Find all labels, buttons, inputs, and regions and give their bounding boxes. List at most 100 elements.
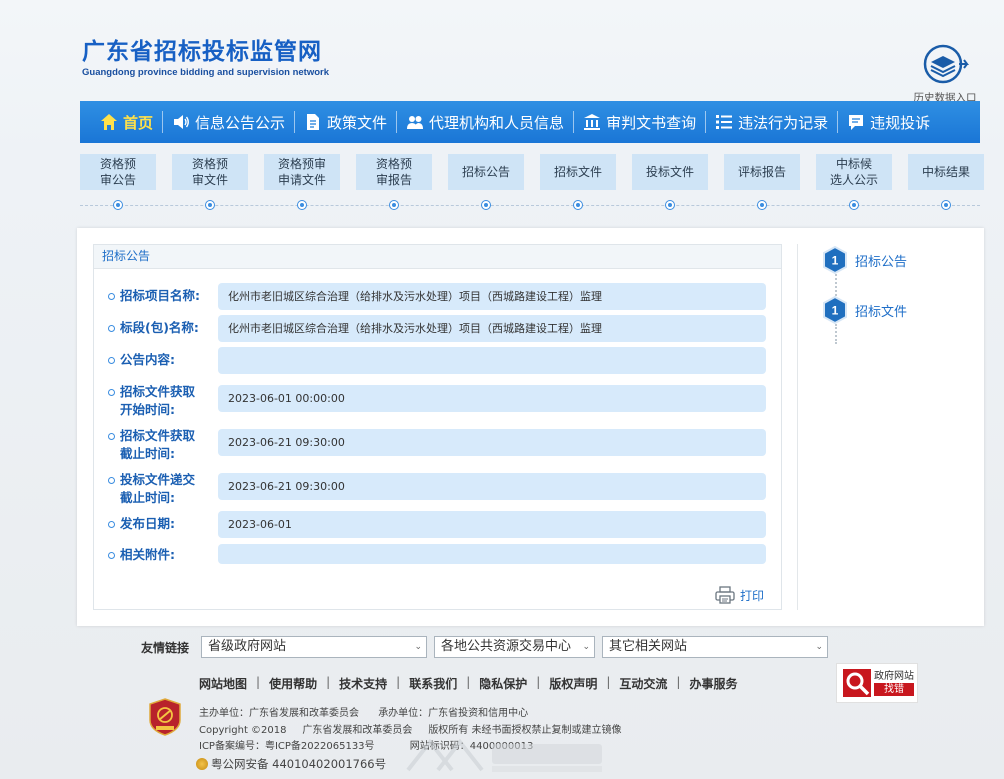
step-9[interactable]: 中标候 选人公示 <box>816 154 892 190</box>
footer-link[interactable]: 版权声明 <box>549 675 597 692</box>
nav-home[interactable]: 首页 <box>91 101 162 143</box>
field-label-line1: 投标文件递交 <box>120 472 196 487</box>
print-button[interactable]: 打印 <box>715 586 764 604</box>
step-label-line1: 资格预审 <box>277 157 326 171</box>
field-value: 2023-06-21 09:30:00 <box>218 473 766 500</box>
content-panel: 招标公告 招标项目名称: 化州市老旧城区综合治理（给排水及污水处理）项目（西城路建… <box>77 228 984 626</box>
bullet-icon <box>108 552 115 559</box>
step-label-line1: 投标文件 <box>645 165 694 179</box>
step-dot <box>757 200 767 210</box>
step-dot <box>205 200 215 210</box>
tender-notice-form: 招标公告 招标项目名称: 化州市老旧城区综合治理（给排水及污水处理）项目（西城路建… <box>93 244 782 610</box>
nav-policy-docs[interactable]: 政策文件 <box>295 101 396 143</box>
field-label: 招标文件获取 开始时间: <box>108 383 195 419</box>
site-logo[interactable]: 广东省招标投标监管网 Guangdong province bidding an… <box>82 38 329 78</box>
footer-link[interactable]: 技术支持 <box>339 675 387 692</box>
party-emblem-icon <box>149 698 181 736</box>
organizer-text: 承办单位：广东省投资和信用中心 <box>378 708 529 719</box>
field-value: 化州市老旧城区综合治理（给排水及污水处理）项目（西城路建设工程）监理 <box>218 283 766 310</box>
nav-judgments-label: 审判文书查询 <box>606 113 697 132</box>
footer-link[interactable]: 联系我们 <box>409 675 457 692</box>
footer-link[interactable]: 办事服务 <box>689 675 737 692</box>
field-value <box>218 544 766 564</box>
police-record-text: 粤公网安备 44010402001766号 <box>211 757 387 771</box>
courthouse-icon <box>583 113 601 131</box>
magnifier-icon <box>843 669 871 697</box>
field-label: 公告内容: <box>108 351 175 369</box>
step-label-line1: 资格预 <box>375 157 412 171</box>
other-sites-select[interactable]: 其它相关网站 ⌄ <box>602 636 829 658</box>
process-steps: 资格预 审公告 资格预 审文件 资格预审 申请文件 资格预 审报告 招标公告 招标文件 投标文件 评标… <box>80 154 984 214</box>
hexagon-number-icon: 1 <box>823 296 847 324</box>
step-3[interactable]: 资格预审 申请文件 <box>264 154 340 190</box>
chevron-down-icon: ⌄ <box>582 642 591 652</box>
footer-link[interactable]: 使用帮助 <box>269 675 317 692</box>
police-record-link[interactable]: 粤公网安备 44010402001766号 <box>196 756 386 772</box>
people-icon <box>406 113 424 131</box>
field-value: 2023-06-01 00:00:00 <box>218 385 766 412</box>
chevron-down-icon: ⌄ <box>815 642 824 652</box>
nav-info-notices[interactable]: 信息公告公示 <box>163 101 294 143</box>
side-step-2[interactable]: 1 招标文件 <box>822 296 907 324</box>
footer-links: 网站地图 | 使用帮助 | 技术支持 | 联系我们 | 隐私保护 | 版权声明 | 互动交流 | 办事服务 <box>199 675 746 692</box>
hexagon-number-icon: 1 <box>823 246 847 274</box>
history-data-entry[interactable]: 历史数据入口 <box>900 44 990 105</box>
province-gov-select[interactable]: 省级政府网站 ⌄ <box>201 636 428 658</box>
sponsor-text: 主办单位：广东省发展和改革委员会 <box>199 708 359 719</box>
chat-icon <box>847 113 865 131</box>
step-7[interactable]: 投标文件 <box>632 154 708 190</box>
other-sites-select-value: 其它相关网站 <box>609 639 688 654</box>
nav-violations-label: 违法行为记录 <box>738 113 829 132</box>
field-label-line1: 招标文件获取 <box>120 384 196 399</box>
step-label: 评标报告 <box>738 164 786 180</box>
nav-complaints-label: 违规投诉 <box>870 113 931 132</box>
nav-violations[interactable]: 违法行为记录 <box>706 101 837 143</box>
step-6[interactable]: 招标文件 <box>540 154 616 190</box>
watermark-logo <box>406 738 602 772</box>
nav-policy-docs-label: 政策文件 <box>327 113 388 132</box>
field-label-line1: 招标文件获取 <box>120 428 196 443</box>
link-separator: | <box>466 675 471 689</box>
bullet-icon <box>108 293 115 300</box>
side-step-1[interactable]: 1 招标公告 <box>822 246 907 274</box>
step-5[interactable]: 招标公告 <box>448 154 524 190</box>
step-dot <box>941 200 951 210</box>
nav-judgments[interactable]: 审判文书查询 <box>574 101 705 143</box>
nav-home-label: 首页 <box>123 113 154 132</box>
field-label: 招标项目名称: <box>108 287 200 305</box>
link-separator: | <box>396 675 401 689</box>
gov-badge-line2: 找错 <box>874 683 914 696</box>
step-10[interactable]: 中标结果 <box>908 154 984 190</box>
field-value <box>218 347 766 374</box>
link-separator: | <box>256 675 261 689</box>
step-dot <box>573 200 583 210</box>
step-label: 招标公告 <box>462 164 510 180</box>
rights-text: 版权所有 未经书面授权禁止复制或建立镜像 <box>428 724 622 736</box>
field-label: 相关附件: <box>108 546 175 564</box>
bullet-icon <box>108 325 115 332</box>
step-4[interactable]: 资格预 审报告 <box>356 154 432 190</box>
step-label-line1: 招标文件 <box>553 165 602 179</box>
gov-site-error-report[interactable]: 政府网站 找错 <box>836 663 918 703</box>
field-label-line2: 开始时间: <box>120 402 175 417</box>
field-label-line1: 相关附件: <box>120 547 175 562</box>
step-dot <box>389 200 399 210</box>
trading-center-select[interactable]: 各地公共资源交易中心 ⌄ <box>434 636 596 658</box>
police-badge-icon <box>196 758 208 770</box>
footer-link[interactable]: 隐私保护 <box>479 675 527 692</box>
copyright-org-text: 广东省发展和改革委员会 <box>302 724 413 736</box>
field-label-line2: 截止时间: <box>120 490 175 505</box>
step-2[interactable]: 资格预 审文件 <box>172 154 248 190</box>
step-8[interactable]: 评标报告 <box>724 154 800 190</box>
step-label-line1: 招标公告 <box>461 165 510 179</box>
icp-link[interactable]: ICP备案编号：粤ICP备2022065133号 <box>199 741 375 752</box>
step-1[interactable]: 资格预 审公告 <box>80 154 156 190</box>
footer-link[interactable]: 互动交流 <box>619 675 667 692</box>
step-label-line1: 评标报告 <box>737 165 786 179</box>
step-label-line2: 审公告 <box>99 173 136 187</box>
step-dot <box>113 200 123 210</box>
footer-link[interactable]: 网站地图 <box>199 675 247 692</box>
nav-agencies[interactable]: 代理机构和人员信息 <box>397 101 573 143</box>
side-step-label: 招标公告 <box>855 254 908 270</box>
nav-complaints[interactable]: 违规投诉 <box>838 101 939 143</box>
